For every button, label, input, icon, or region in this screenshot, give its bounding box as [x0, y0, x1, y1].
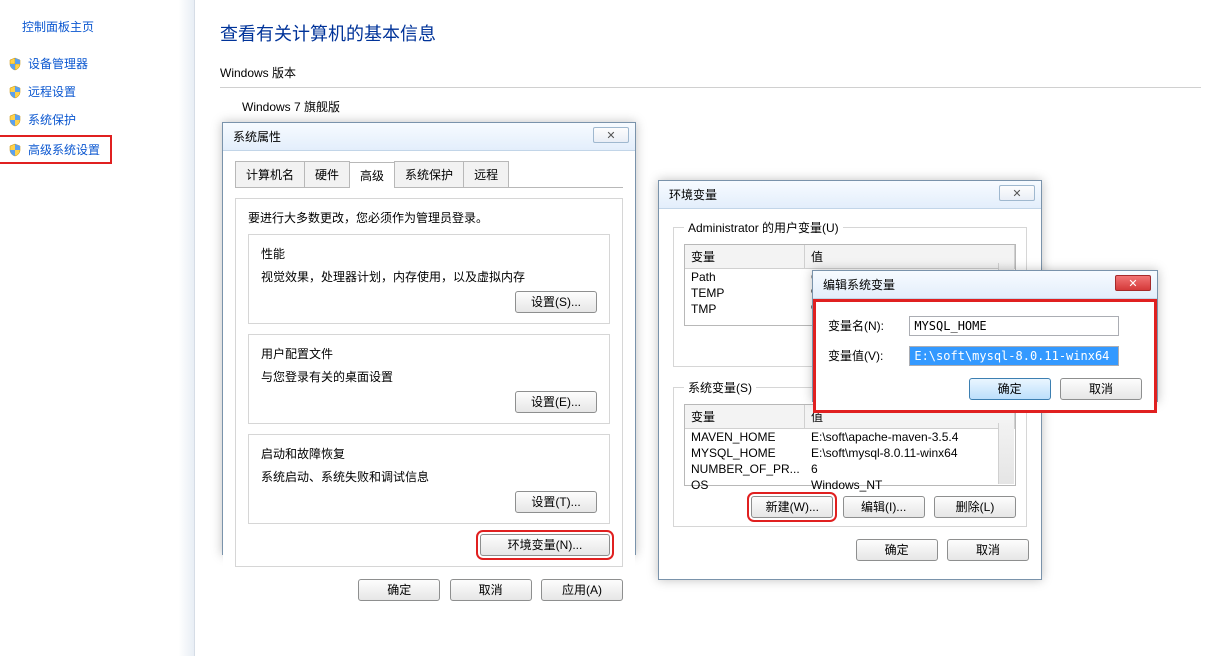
tab-protection[interactable]: 系统保护 [394, 161, 464, 187]
system-edit-button[interactable]: 编辑(I)... [843, 496, 925, 518]
startup-settings-button[interactable]: 设置(T)... [515, 491, 597, 513]
var-name-input[interactable] [909, 316, 1119, 336]
close-icon[interactable]: ✕ [593, 127, 629, 143]
env-cancel-button[interactable]: 取消 [947, 539, 1029, 561]
edit-ok-button[interactable]: 确定 [969, 378, 1051, 400]
env-ok-button[interactable]: 确定 [856, 539, 938, 561]
windows-version-header: Windows 版本 [220, 64, 1201, 88]
dialog-title: 环境变量 [669, 186, 717, 203]
dialog-title: 系统属性 [233, 128, 281, 145]
sidebar-item-device-manager[interactable]: 设备管理器 [0, 51, 194, 76]
table-row[interactable]: NUMBER_OF_PR...6 [685, 461, 1015, 477]
tab-hardware[interactable]: 硬件 [304, 161, 350, 187]
shield-icon [8, 143, 22, 157]
user-profiles-desc: 与您登录有关的桌面设置 [261, 368, 597, 385]
col-var: 变量 [685, 405, 805, 428]
sidebar-item-label: 远程设置 [28, 83, 76, 100]
table-row[interactable]: MAVEN_HOMEE:\soft\apache-maven-3.5.4 [685, 429, 1015, 445]
sidebar-item-protection[interactable]: 系统保护 [0, 107, 194, 132]
performance-desc: 视觉效果，处理器计划，内存使用，以及虚拟内存 [261, 268, 597, 285]
tab-computer-name[interactable]: 计算机名 [235, 161, 305, 187]
performance-settings-button[interactable]: 设置(S)... [515, 291, 597, 313]
apply-button[interactable]: 应用(A) [541, 579, 623, 601]
env-titlebar[interactable]: 环境变量 ✕ [659, 181, 1041, 209]
var-name-label: 变量名(N): [828, 317, 906, 334]
admin-note: 要进行大多数更改，您必须作为管理员登录。 [248, 209, 610, 226]
system-properties-titlebar[interactable]: 系统属性 ✕ [223, 123, 635, 151]
page-title: 查看有关计算机的基本信息 [220, 20, 1201, 46]
system-variables-list[interactable]: 变量值 MAVEN_HOMEE:\soft\apache-maven-3.5.4… [684, 404, 1016, 486]
performance-title: 性能 [261, 245, 597, 262]
dialog-title: 编辑系统变量 [823, 276, 895, 293]
startup-group: 启动和故障恢复 系统启动、系统失败和调试信息 设置(T)... [248, 434, 610, 524]
tabstrip: 计算机名 硬件 高级 系统保护 远程 [235, 161, 623, 188]
shield-icon [8, 113, 22, 127]
system-variables-legend: 系统变量(S) [684, 379, 756, 396]
col-var: 变量 [685, 245, 805, 268]
edit-titlebar[interactable]: 编辑系统变量 ✕ [813, 271, 1157, 299]
sidebar-item-remote[interactable]: 远程设置 [0, 79, 194, 104]
system-new-button[interactable]: 新建(W)... [751, 496, 833, 518]
shield-icon [8, 57, 22, 71]
table-row[interactable]: MYSQL_HOMEE:\soft\mysql-8.0.11-winx64 [685, 445, 1015, 461]
edit-variable-dialog: 编辑系统变量 ✕ 变量名(N): 变量值(V): 确定 取消 [812, 270, 1158, 402]
control-panel-home-link[interactable]: 控制面板主页 [22, 18, 194, 35]
user-profiles-group: 用户配置文件 与您登录有关的桌面设置 设置(E)... [248, 334, 610, 424]
sidebar: 控制面板主页 设备管理器 远程设置 系统保护 高级系统设置 [0, 0, 195, 656]
var-value-input[interactable] [909, 346, 1119, 366]
scrollbar[interactable] [998, 423, 1014, 484]
cancel-button[interactable]: 取消 [450, 579, 532, 601]
close-icon[interactable]: ✕ [1115, 275, 1151, 291]
table-row[interactable]: OSWindows_NT [685, 477, 1015, 493]
var-value-label: 变量值(V): [828, 347, 906, 364]
user-profiles-settings-button[interactable]: 设置(E)... [515, 391, 597, 413]
sidebar-item-advanced-system[interactable]: 高级系统设置 [0, 135, 112, 164]
startup-title: 启动和故障恢复 [261, 445, 597, 462]
user-variables-legend: Administrator 的用户变量(U) [684, 219, 843, 236]
sidebar-item-label: 设备管理器 [28, 55, 88, 72]
performance-group: 性能 视觉效果，处理器计划，内存使用，以及虚拟内存 设置(S)... [248, 234, 610, 324]
shield-icon [8, 85, 22, 99]
user-profiles-title: 用户配置文件 [261, 345, 597, 362]
tab-advanced[interactable]: 高级 [349, 162, 395, 188]
windows-version-line: Windows 7 旗舰版 [242, 98, 1201, 115]
sidebar-item-label: 高级系统设置 [28, 141, 100, 158]
environment-variables-button[interactable]: 环境变量(N)... [480, 534, 610, 556]
tab-remote[interactable]: 远程 [463, 161, 509, 187]
sidebar-item-label: 系统保护 [28, 111, 76, 128]
system-properties-dialog: 系统属性 ✕ 计算机名 硬件 高级 系统保护 远程 要进行大多数更改，您必须作为… [222, 122, 636, 555]
edit-cancel-button[interactable]: 取消 [1060, 378, 1142, 400]
system-delete-button[interactable]: 删除(L) [934, 496, 1016, 518]
startup-desc: 系统启动、系统失败和调试信息 [261, 468, 597, 485]
ok-button[interactable]: 确定 [358, 579, 440, 601]
col-val: 值 [805, 245, 1015, 268]
close-icon[interactable]: ✕ [999, 185, 1035, 201]
